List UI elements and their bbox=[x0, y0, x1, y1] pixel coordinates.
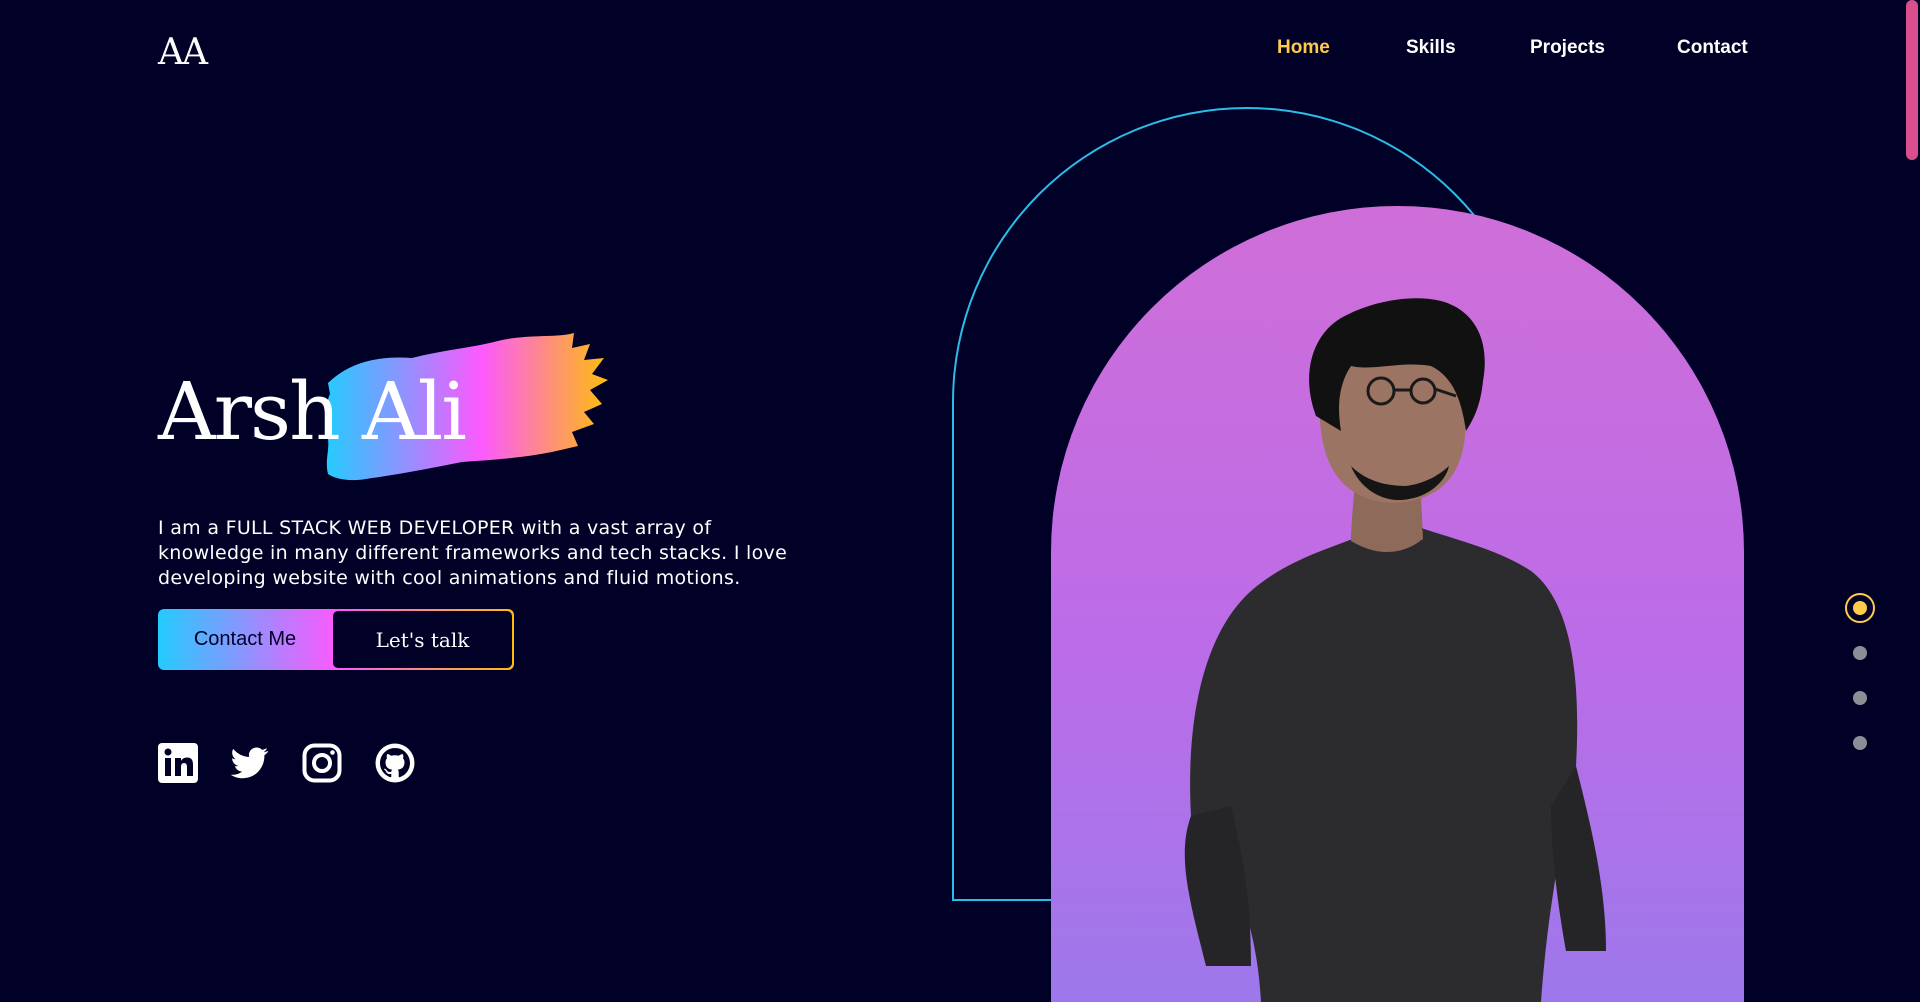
section-dot-projects[interactable] bbox=[1853, 691, 1867, 705]
twitter-icon[interactable] bbox=[230, 743, 270, 787]
contact-me-button[interactable]: Contact Me bbox=[160, 611, 330, 668]
section-indicator bbox=[1845, 593, 1875, 753]
scrollbar-thumb[interactable] bbox=[1906, 0, 1918, 160]
github-icon[interactable] bbox=[375, 743, 415, 787]
main-nav: Home Skills Projects Contact bbox=[0, 37, 1920, 67]
intro-text: I am a FULL STACK WEB DEVELOPER with a v… bbox=[158, 517, 788, 589]
nav-contact[interactable]: Contact bbox=[1677, 37, 1748, 59]
nav-projects[interactable]: Projects bbox=[1530, 37, 1605, 59]
section-dot-skills[interactable] bbox=[1853, 646, 1867, 660]
nav-home[interactable]: Home bbox=[1277, 37, 1330, 59]
first-name: Arsh bbox=[158, 365, 341, 458]
section-dot-home[interactable] bbox=[1845, 593, 1875, 623]
instagram-icon[interactable] bbox=[302, 743, 342, 787]
last-name: Ali bbox=[362, 365, 467, 458]
nav-skills[interactable]: Skills bbox=[1406, 37, 1456, 59]
profile-photo bbox=[1184, 298, 1606, 1002]
linkedin-icon[interactable] bbox=[158, 743, 198, 787]
hero-name: Arsh Ali bbox=[158, 362, 467, 462]
profile-arch bbox=[1051, 206, 1744, 1002]
lets-talk-button[interactable]: Let's talk bbox=[333, 611, 512, 668]
cta-group: Contact Me Let's talk bbox=[158, 609, 514, 670]
section-dot-contact[interactable] bbox=[1853, 736, 1867, 750]
arch-outline-base bbox=[952, 899, 1052, 901]
